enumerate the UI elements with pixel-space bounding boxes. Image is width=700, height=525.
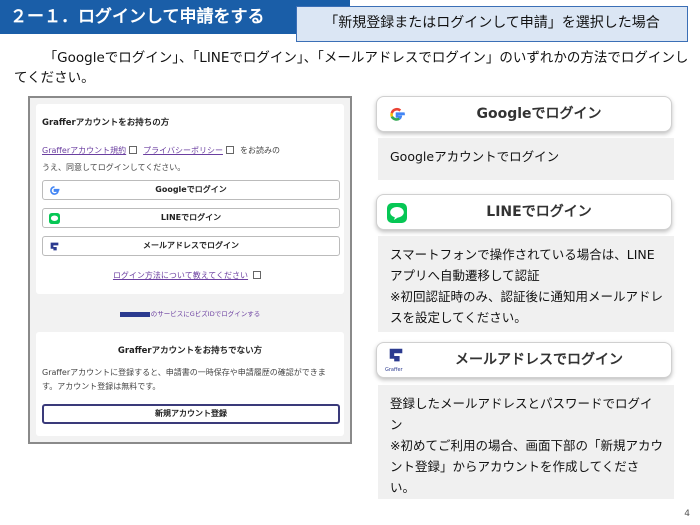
line-login-callout[interactable]: LINEでログイン [376,194,672,230]
line-login-button[interactable]: LINEでログイン [42,208,340,228]
google-login-callout-label: Googleでログイン [476,106,602,122]
no-account-heading: Grafferアカウントをお持ちでない方 [117,346,263,356]
no-account-text: Grafferアカウントに登録すると、申請書の一時保存や申請履歴の確認ができます… [42,368,326,391]
page-number: 4 [684,509,690,519]
terms-line-2: うえ、同意してログインしてください。 [42,163,186,172]
login-howto-link[interactable]: ログイン方法について教えてください [36,270,344,281]
terms-suffix: をお読みの [239,146,280,155]
google-login-button[interactable]: Googleでログイン [42,180,340,200]
mail-login-callout[interactable]: Graffer メールアドレスでログイン [376,342,672,378]
intro-text: 「Googleでログイン」、「LINEでログイン」、「メールアドレスでログイン」… [14,50,689,86]
register-account-button[interactable]: 新規アカウント登録 [42,404,340,424]
graffer-logo-icon [389,348,403,362]
line-login-description: スマートフォンで操作されている場合は、LINEアプリへ自動遷移して認証 ※初回認… [378,236,674,332]
mail-login-label: メールアドレスでログイン [143,241,239,250]
terms-notice: Grafferアカウント規約 プライバシーポリシー をお読みの うえ、同意してログイ… [42,142,342,176]
google-icon [50,186,60,195]
mail-login-callout-label: メールアドレスでログイン [455,352,623,368]
redacted-service-name [119,311,150,317]
google-login-callout[interactable]: Googleでログイン [376,96,672,132]
graffer-brand-text: Graffer [385,367,403,373]
line-icon [49,213,60,224]
graffer-logo-icon [50,242,59,251]
google-icon [390,107,405,121]
google-login-label: Googleでログイン [155,185,227,194]
external-link-icon [129,146,138,154]
line-icon [387,203,407,223]
external-link-icon [225,146,234,154]
line-login-callout-label: LINEでログイン [486,204,592,220]
scenario-label: 「新規登録またはログインして申請」を選択した場合 [296,6,688,42]
account-holder-card: Grafferアカウントをお持ちの方 Grafferアカウント規約 プライバシーポ… [36,104,344,294]
line-login-label: LINEでログイン [160,213,222,222]
mail-login-description: 登録したメールアドレスとパスワードでログイン ※初めてご利用の場合、画面下部の「… [378,385,674,499]
terms-link[interactable]: Grafferアカウント規約 [42,146,126,155]
account-holder-heading: Grafferアカウントをお持ちの方 [42,118,170,128]
login-page-screenshot: Grafferアカウントをお持ちの方 Grafferアカウント規約 プライバシーポ… [28,96,352,444]
mail-login-button[interactable]: メールアドレスでログイン [42,236,340,256]
google-login-description: Googleアカウントでログイン [378,138,674,180]
no-account-card: Grafferアカウントをお持ちでない方 Grafferアカウントに登録すると、… [36,332,344,436]
gbiz-login-link[interactable]: のサービスにGビズIDでログインする [30,308,350,318]
privacy-policy-link[interactable]: プライバシーポリシー [143,146,223,155]
external-link-icon [253,271,262,279]
